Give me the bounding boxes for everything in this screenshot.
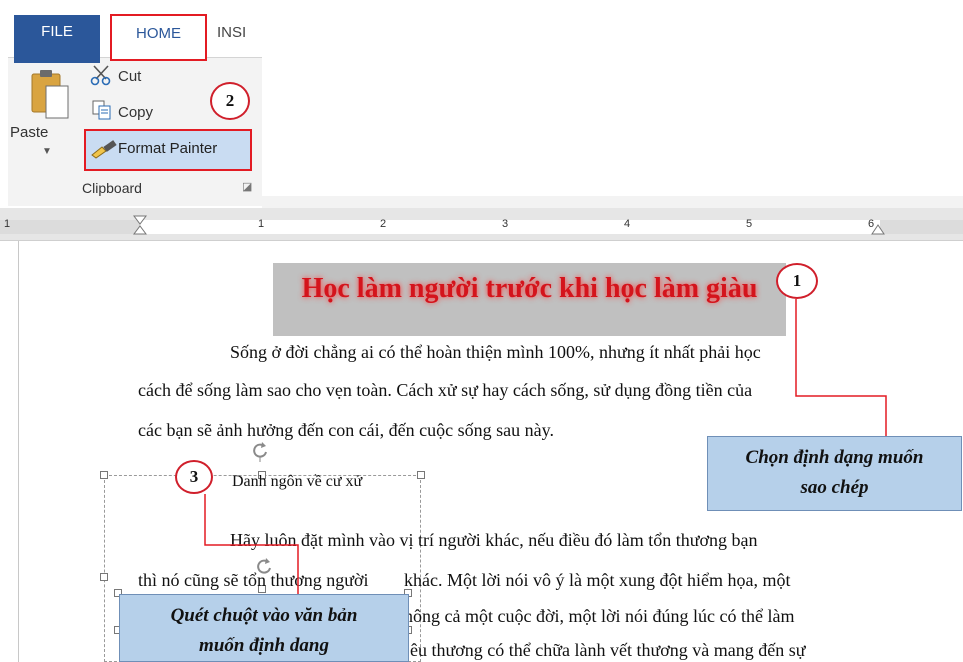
tab-file[interactable]: FILE <box>14 15 100 63</box>
scissors-icon[interactable] <box>90 64 112 86</box>
ruler-number: 4 <box>624 218 631 230</box>
ruler-right-margin <box>880 220 963 234</box>
paste-button-label[interactable]: Paste <box>10 124 48 141</box>
indent-marker-icon[interactable] <box>132 214 148 236</box>
ruler-number: 1 <box>258 218 265 230</box>
callout-1-line-2: sao chép <box>800 477 869 498</box>
ribbon-group-labels-strip <box>262 196 963 208</box>
step-1-marker: 1 <box>776 263 818 299</box>
paragraph-2-line-2-right[interactable]: khác. Một lời nói vô ý là một xung đột h… <box>404 570 790 591</box>
callout-3-line-2: muốn định dang <box>199 635 329 656</box>
ribbon-hidden-area <box>262 0 963 205</box>
callout-select-text: Quét chuột vào văn bản muốn định dang <box>119 594 409 662</box>
paragraph-2-line-2-left[interactable]: thì nó cũng sẽ tổn thương người <box>138 570 369 591</box>
resize-handle[interactable] <box>100 471 108 479</box>
paragraph-2-line-1[interactable]: Hãy luôn đặt mình vào vị trí người khác,… <box>230 530 757 551</box>
callout-choose-format: Chọn định dạng muốn sao chép <box>707 436 962 511</box>
paste-icon[interactable] <box>30 68 70 120</box>
clipboard-group-label: Clipboard <box>82 180 142 196</box>
paragraph-1-line-3[interactable]: các bạn sẽ ảnh hưởng đến con cái, đến cu… <box>138 420 554 441</box>
resize-handle[interactable] <box>100 573 108 581</box>
ruler-number: 2 <box>380 218 387 230</box>
callout-3-line-1: Quét chuột vào văn bản <box>170 605 358 626</box>
tab-home[interactable]: HOME <box>110 14 207 61</box>
format-painter-label[interactable]: Format Painter <box>118 140 217 157</box>
copy-icon[interactable] <box>92 100 112 120</box>
paragraph-1-line-1[interactable]: Sống ở đời chẳng ai có thể hoàn thiện mì… <box>230 342 761 363</box>
rotate-handle-icon[interactable] <box>250 440 270 462</box>
paragraph-1-line-2[interactable]: cách để sống làm sao cho vẹn toàn. Cách … <box>138 380 752 401</box>
resize-handle[interactable] <box>417 471 425 479</box>
dialog-launcher-icon[interactable]: ◪ <box>242 180 252 193</box>
copy-button[interactable]: Copy <box>118 104 153 121</box>
ruler-number: 1 <box>4 218 11 230</box>
step-3-marker: 3 <box>175 460 213 494</box>
ruler-number: 5 <box>746 218 753 230</box>
callout-1-line-1: Chọn định dạng muốn <box>745 447 924 468</box>
tab-insert[interactable]: INSI <box>217 14 246 64</box>
ruler-left-margin <box>0 220 140 234</box>
right-indent-marker-icon[interactable] <box>870 222 886 236</box>
format-painter-brush-icon[interactable] <box>90 139 118 159</box>
page-edge <box>18 241 19 662</box>
chevron-down-icon[interactable]: ▼ <box>42 146 52 157</box>
ruler-number: 3 <box>502 218 509 230</box>
subheading[interactable]: Danh ngôn về cư xử <box>232 473 362 491</box>
document-title[interactable]: Học làm người trước khi học làm giàu <box>273 273 786 305</box>
paragraph-2-line-4[interactable]: êu thương có thể chữa lành vết thương và… <box>410 640 805 661</box>
step-2-marker: 2 <box>210 82 250 120</box>
cut-button[interactable]: Cut <box>118 68 141 85</box>
paragraph-2-line-3[interactable]: hông cả một cuộc đời, một lời nói đúng l… <box>404 606 794 627</box>
